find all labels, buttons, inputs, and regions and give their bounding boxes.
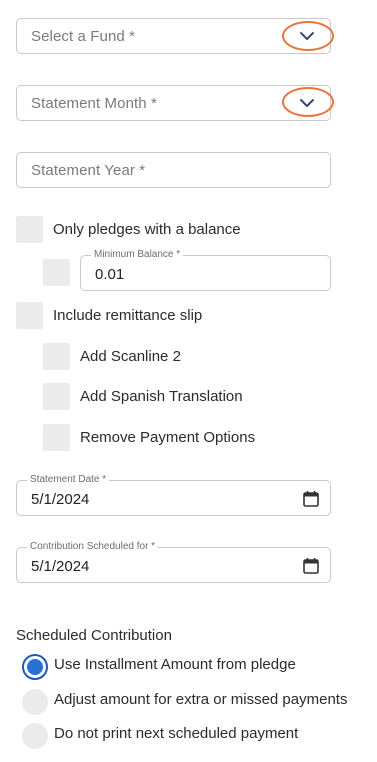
radio-use-installment[interactable] [22, 654, 48, 680]
scanline-checkbox[interactable] [43, 343, 70, 370]
statement-date-value: 5/1/2024 [31, 491, 90, 508]
remittance-label: Include remittance slip [53, 307, 203, 324]
calendar-icon[interactable] [303, 490, 319, 507]
minimum-balance-label: Minimum Balance * [91, 249, 184, 261]
contribution-date-label: Contribution Scheduled for * [27, 541, 159, 553]
scheduled-contribution-title: Scheduled Contribution [16, 627, 172, 644]
statement-date-field[interactable]: Statement Date * 5/1/2024 [16, 474, 331, 516]
statement-date-label: Statement Date * [27, 474, 110, 486]
radio-adjust-amount[interactable] [22, 689, 48, 715]
remove-payment-label: Remove Payment Options [80, 429, 256, 446]
remove-payment-checkbox[interactable] [43, 424, 70, 451]
highlight-ring [282, 21, 334, 51]
pledges-balance-label: Only pledges with a balance [53, 221, 241, 238]
radio-use-installment-label: Use Installment Amount from pledge [54, 656, 296, 673]
year-input-placeholder: Statement Year * [31, 162, 146, 179]
remittance-checkbox[interactable] [16, 302, 43, 329]
fund-select-placeholder: Select a Fund * [31, 28, 136, 45]
month-select-placeholder: Statement Month * [31, 95, 157, 112]
pledges-balance-checkbox[interactable] [16, 216, 43, 243]
radio-do-not-print-label: Do not print next scheduled payment [54, 725, 299, 742]
highlight-ring [282, 87, 334, 117]
spanish-label: Add Spanish Translation [80, 388, 243, 405]
year-input[interactable]: Statement Year * [16, 152, 331, 188]
minimum-balance-value: 0.01 [95, 266, 125, 283]
radio-adjust-amount-label: Adjust amount for extra or missed paymen… [54, 691, 348, 708]
contribution-date-value: 5/1/2024 [31, 558, 90, 575]
scanline-label: Add Scanline 2 [80, 348, 181, 365]
spanish-checkbox[interactable] [43, 383, 70, 410]
radio-do-not-print[interactable] [22, 723, 48, 749]
minimum-balance-field[interactable]: Minimum Balance * 0.01 [80, 249, 331, 291]
calendar-icon[interactable] [303, 557, 319, 574]
minimum-balance-checkbox[interactable] [43, 259, 70, 286]
contribution-date-field[interactable]: Contribution Scheduled for * 5/1/2024 [16, 541, 331, 583]
